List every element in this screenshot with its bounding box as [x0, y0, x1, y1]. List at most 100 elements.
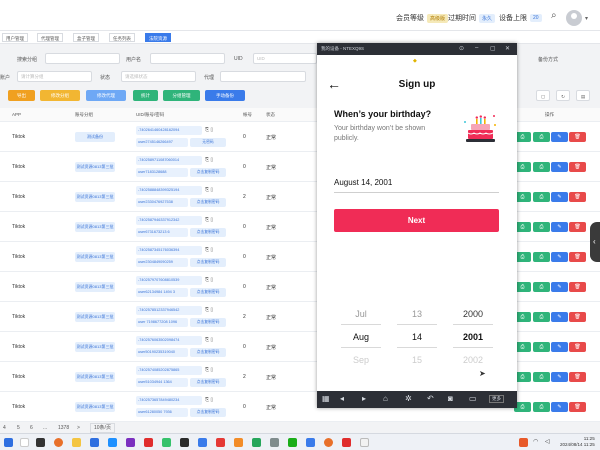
app-orange-icon[interactable]	[234, 438, 243, 447]
refresh-icon[interactable]: ↻	[556, 90, 570, 101]
vscode-icon[interactable]	[108, 438, 117, 447]
proxy-select[interactable]	[220, 71, 306, 82]
row-copy-password[interactable]: 点击复制密码	[190, 378, 226, 387]
row-copy-password[interactable]: 点击复制密码	[190, 198, 226, 207]
row-delete-icon[interactable]: 🗑	[569, 162, 586, 172]
tab-user-manage[interactable]: 用户管理	[2, 33, 28, 42]
stats-button[interactable]: 统计	[133, 90, 158, 101]
task-view-icon[interactable]	[36, 438, 45, 447]
row-copy-password[interactable]: 点击复制密码	[190, 258, 226, 267]
row-user-tag[interactable]: user 7198677208 1096	[136, 318, 188, 327]
page-6[interactable]: 6	[30, 425, 33, 431]
picker-selected-year[interactable]: 2001	[453, 326, 493, 349]
edit-proxy-button[interactable]: 修改代理	[86, 90, 126, 101]
firefox-icon[interactable]	[54, 438, 63, 447]
birthday-value[interactable]: August 14, 2001	[334, 178, 392, 187]
row-action-green2-icon[interactable]: ⎙	[533, 342, 550, 352]
row-edit-icon[interactable]: ✎	[551, 402, 568, 412]
row-copy-password[interactable]: 无密码	[190, 138, 226, 147]
row-user-tag[interactable]: user62134984 1494 3	[136, 288, 188, 297]
copy-icon[interactable]: ⎘ ▯	[205, 337, 213, 343]
row-account-tag[interactable]: -7402589711087060014	[136, 156, 202, 165]
row-delete-icon[interactable]: 🗑	[569, 372, 586, 382]
more-chip[interactable]: 更多	[489, 395, 504, 403]
picker-option[interactable]: Jul	[341, 303, 381, 326]
row-group-tag[interactable]: 测试资源0813第三批	[75, 282, 115, 292]
row-group-tag[interactable]: 测试资源0813第三批	[75, 312, 115, 322]
row-edit-icon[interactable]: ✎	[551, 282, 568, 292]
row-action-green2-icon[interactable]: ⎙	[533, 282, 550, 292]
chrome-icon[interactable]	[324, 438, 333, 447]
row-copy-password[interactable]: 点击复制密码	[190, 288, 226, 297]
app-red-icon[interactable]	[144, 438, 153, 447]
row-edit-icon[interactable]: ✎	[551, 192, 568, 202]
row-user-tag[interactable]: user2745146266497	[136, 138, 188, 147]
row-user-tag[interactable]: user2330476927538	[136, 198, 188, 207]
notepad-icon[interactable]	[360, 438, 369, 447]
side-handle[interactable]: ‹	[590, 222, 600, 262]
row-delete-icon[interactable]: 🗑	[569, 312, 586, 322]
clock[interactable]: 11:25 2024/08/14 11:25	[560, 436, 595, 448]
row-account-tag[interactable]: -7402641460428162094	[136, 126, 202, 135]
volume-up-icon[interactable]: ▸	[362, 394, 366, 403]
row-group-tag[interactable]: 测试资源0813第三批	[75, 162, 115, 172]
export-button[interactable]: 导出	[8, 90, 35, 101]
avatar[interactable]	[566, 10, 582, 26]
pin-icon[interactable]: ⊙	[459, 45, 464, 52]
row-account-tag[interactable]: -7402576063502098474	[136, 336, 202, 345]
copy-icon[interactable]: ⎘ ▯	[205, 217, 213, 223]
username-input[interactable]	[150, 53, 225, 64]
row-copy-password[interactable]: 点击复制密码	[190, 228, 226, 237]
columns-icon[interactable]: ▤	[576, 90, 590, 101]
wechat-icon[interactable]	[288, 438, 297, 447]
picker-option[interactable]: 15	[397, 349, 437, 372]
row-delete-icon[interactable]: 🗑	[569, 132, 586, 142]
day-picker[interactable]: 13 14 15	[397, 303, 437, 373]
picker-option[interactable]: 13	[397, 303, 437, 326]
row-action-green2-icon[interactable]: ⎙	[533, 402, 550, 412]
row-group-tag[interactable]: 测试资源0813第三批	[75, 222, 115, 232]
chevron-down-icon[interactable]: ▾	[585, 15, 588, 22]
screenshot-icon[interactable]: ◙	[448, 394, 453, 403]
copy-icon[interactable]: ⎘ ▯	[205, 127, 213, 133]
row-group-tag[interactable]: 测试备份	[75, 132, 115, 142]
row-action-green2-icon[interactable]: ⎙	[533, 372, 550, 382]
back-icon[interactable]: ↶	[427, 394, 434, 403]
row-delete-icon[interactable]: 🗑	[569, 342, 586, 352]
search-taskbar-icon[interactable]	[20, 438, 29, 447]
emulator-window[interactable]: 我的设备 - NTEXQ9S ⊙ – ▢ ✕ ◆ ← Sign up When’…	[317, 43, 517, 408]
maximize-icon[interactable]: ▢	[490, 45, 496, 52]
row-copy-password[interactable]: 点击复制密码	[190, 408, 226, 417]
windows-start-icon[interactable]	[4, 438, 13, 447]
app-red2-icon[interactable]	[342, 438, 351, 447]
picker-selected-day[interactable]: 14	[397, 326, 437, 349]
row-account-tag[interactable]: -7402573657849480234	[136, 396, 202, 405]
row-edit-icon[interactable]: ✎	[551, 372, 568, 382]
copy-icon[interactable]: ⎘ ▯	[205, 397, 213, 403]
copy-icon[interactable]: ⎘ ▯	[205, 367, 213, 373]
account-group-input[interactable]: 请计算分组	[17, 71, 92, 82]
picker-option[interactable]: 2000	[453, 303, 493, 326]
emulator-titlebar[interactable]: 我的设备 - NTEXQ9S ⊙ – ▢ ✕	[317, 43, 517, 55]
volume-icon[interactable]: ◁	[545, 438, 554, 447]
row-copy-password[interactable]: 点击复制密码	[190, 168, 226, 177]
copy-icon[interactable]: ⎘ ▯	[205, 307, 213, 313]
row-edit-icon[interactable]: ✎	[551, 222, 568, 232]
wifi-icon[interactable]: ◠	[533, 438, 542, 447]
row-action-green2-icon[interactable]: ⎙	[533, 252, 550, 262]
row-action-green2-icon[interactable]: ⎙	[533, 162, 550, 172]
row-action-green2-icon[interactable]: ⎙	[533, 312, 550, 322]
copy-icon[interactable]: ⎘ ▯	[205, 187, 213, 193]
group-search-input[interactable]	[45, 53, 120, 64]
rotate-icon[interactable]: ✲	[405, 394, 412, 403]
tab-proxy-manage[interactable]: 代理管理	[37, 33, 63, 42]
row-edit-icon[interactable]: ✎	[551, 312, 568, 322]
status-select[interactable]: 请选择状态	[121, 71, 196, 82]
folder-icon[interactable]	[72, 438, 81, 447]
row-delete-icon[interactable]: 🗑	[569, 192, 586, 202]
terminal-icon[interactable]	[180, 438, 189, 447]
row-action-green2-icon[interactable]: ⎙	[533, 222, 550, 232]
minimize-icon[interactable]: –	[475, 45, 478, 51]
uid-input[interactable]: UID	[253, 53, 317, 64]
picker-option[interactable]: Sep	[341, 349, 381, 372]
